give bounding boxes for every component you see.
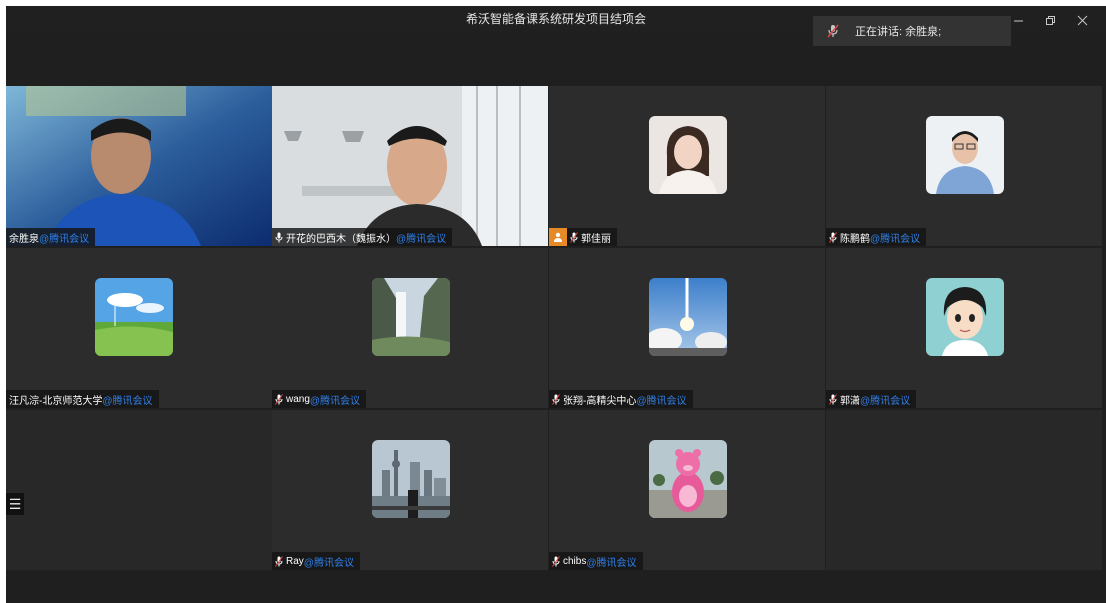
- menu-icon[interactable]: ☰: [6, 493, 24, 515]
- participant-tile[interactable]: wang @腾讯会议: [272, 248, 548, 408]
- mic-muted-icon: [829, 393, 837, 405]
- empty-tile: [826, 410, 1102, 570]
- participant-name: 陈鹏鹤: [840, 233, 870, 245]
- mic-muted-icon: [570, 231, 578, 243]
- mic-muted-icon: [275, 555, 283, 567]
- video-grid: 余胜泉 @腾讯会议 开花的巴西木（魏振水） @腾讯会议 郭佳丽 陈鹏鹤 @腾讯会…: [6, 86, 1106, 574]
- participant-name: wang: [286, 393, 310, 405]
- participant-tile[interactable]: Ray @腾讯会议: [272, 410, 548, 570]
- participant-name: 开花的巴西木（魏振水）: [286, 233, 396, 245]
- participant-avatar: [372, 278, 450, 356]
- speaking-indicator: 正在讲话: 余胜泉;: [813, 16, 1011, 46]
- participant-tile[interactable]: 郭潇 @腾讯会议: [826, 248, 1102, 408]
- brand-suffix: @腾讯会议: [860, 395, 911, 407]
- participant-avatar: [649, 440, 727, 518]
- brand-suffix: @腾讯会议: [102, 395, 153, 407]
- brand-suffix: @腾讯会议: [636, 395, 687, 407]
- participant-name: 汪凡淙-北京师范大学: [9, 395, 103, 407]
- participant-name-tag: 张翔-高精尖中心 @腾讯会议: [549, 390, 693, 408]
- close-icon[interactable]: [1066, 8, 1098, 32]
- participant-video: [272, 86, 548, 246]
- participant-video: [6, 86, 282, 246]
- brand-suffix: @腾讯会议: [303, 557, 354, 569]
- participant-name-tag: 郭佳丽: [549, 228, 617, 246]
- restore-icon[interactable]: [1034, 8, 1066, 32]
- participant-name-tag: wang @腾讯会议: [272, 390, 367, 408]
- participant-name: chibs: [563, 555, 587, 567]
- participant-name: Ray: [286, 555, 304, 567]
- mic-muted-icon: [275, 393, 283, 405]
- participant-tile[interactable]: 陈鹏鹤 @腾讯会议: [826, 86, 1102, 246]
- participant-name-tag: 陈鹏鹤 @腾讯会议: [826, 228, 927, 246]
- mic-muted-icon: [552, 555, 560, 567]
- participant-name-tag: 汪凡淙-北京师范大学 @腾讯会议: [6, 390, 159, 408]
- participant-tile[interactable]: 余胜泉 @腾讯会议: [6, 86, 282, 246]
- participant-name-tag: 余胜泉 @腾讯会议: [6, 228, 96, 246]
- brand-suffix: @腾讯会议: [39, 233, 90, 245]
- brand-suffix: @腾讯会议: [870, 233, 921, 245]
- participant-name-tag: chibs @腾讯会议: [549, 552, 643, 570]
- mic-icon: [275, 232, 283, 243]
- participant-name: 郭潇: [840, 395, 860, 407]
- speaking-label: 正在讲话: 余胜泉;: [855, 26, 942, 38]
- participant-name: 张翔-高精尖中心: [563, 395, 637, 407]
- participant-avatar: [649, 278, 727, 356]
- host-icon: [549, 228, 567, 246]
- participant-name-tag: 开花的巴西木（魏振水） @腾讯会议: [272, 228, 453, 246]
- participant-name-tag: 郭潇 @腾讯会议: [826, 390, 917, 408]
- participant-avatar: [926, 116, 1004, 194]
- brand-suffix: @腾讯会议: [396, 233, 447, 245]
- brand-suffix: @腾讯会议: [309, 395, 361, 407]
- bottom-bar: [6, 574, 1106, 603]
- participant-tile[interactable]: chibs @腾讯会议: [549, 410, 825, 570]
- participant-avatar: [649, 116, 727, 194]
- participant-avatar: [926, 278, 1004, 356]
- mic-muted-icon: [552, 393, 560, 405]
- participant-name-tag: Ray @腾讯会议: [272, 552, 360, 570]
- participant-avatar: [95, 278, 173, 356]
- window-controls: [1002, 8, 1098, 32]
- meeting-window: 希沃智能备课系统研发项目结项会 正在讲话: 余胜泉; 余胜泉 @腾讯会议 开花的…: [6, 6, 1106, 603]
- participant-name: 郭佳丽: [581, 233, 611, 245]
- participant-tile[interactable]: 郭佳丽: [549, 86, 825, 246]
- participant-tile[interactable]: 开花的巴西木（魏振水） @腾讯会议: [272, 86, 548, 246]
- empty-tile: [6, 410, 282, 570]
- participant-tile[interactable]: 汪凡淙-北京师范大学 @腾讯会议: [6, 248, 282, 408]
- participant-name: 余胜泉: [9, 233, 39, 245]
- mic-muted-icon: [829, 231, 837, 243]
- participant-avatar: [372, 440, 450, 518]
- participant-tile[interactable]: 张翔-高精尖中心 @腾讯会议: [549, 248, 825, 408]
- mic-muted-icon: [821, 24, 845, 38]
- brand-suffix: @腾讯会议: [586, 557, 637, 569]
